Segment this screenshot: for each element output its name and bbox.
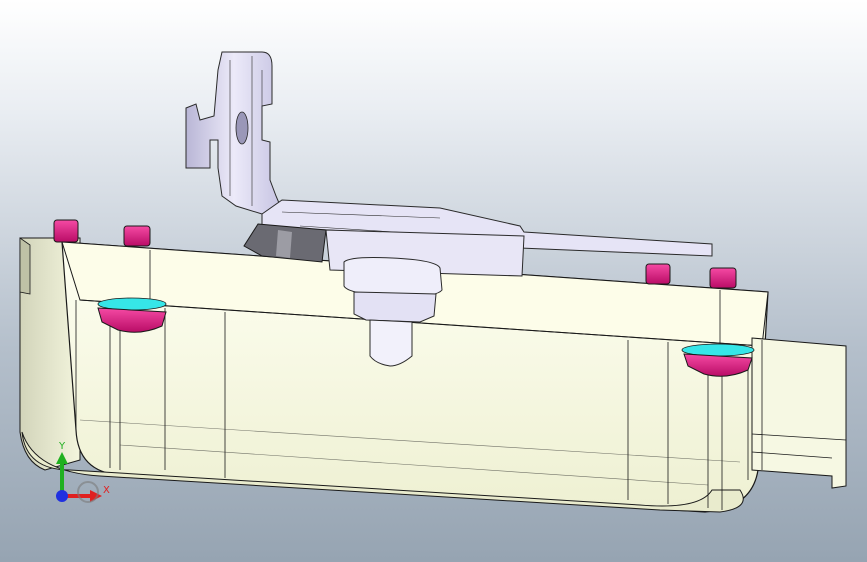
cad-graphics-viewport[interactable]: Y X xyxy=(0,0,867,562)
hex-nut[interactable] xyxy=(353,291,437,323)
housing-left-lip xyxy=(19,237,31,295)
y-axis-arrow-head xyxy=(56,452,68,464)
x-axis-label: X xyxy=(103,485,110,496)
bracket-mount-hole xyxy=(235,111,249,145)
origin-sphere-icon xyxy=(56,490,68,502)
y-axis-label: Y xyxy=(59,441,66,452)
bolt-head[interactable] xyxy=(645,263,671,285)
bolt-head[interactable] xyxy=(709,267,737,289)
mounting-bracket-upright[interactable] xyxy=(185,51,283,215)
stud[interactable] xyxy=(369,319,413,367)
z-axis-ring-icon xyxy=(77,481,99,503)
bolt-head[interactable] xyxy=(53,219,79,243)
coordinate-triad: Y X xyxy=(48,440,118,510)
side-connector[interactable] xyxy=(751,337,847,489)
dark-clip-highlight xyxy=(276,230,292,258)
nut-flange[interactable] xyxy=(343,257,443,297)
3d-model-view[interactable] xyxy=(0,0,867,562)
bolt-head[interactable] xyxy=(123,225,151,247)
